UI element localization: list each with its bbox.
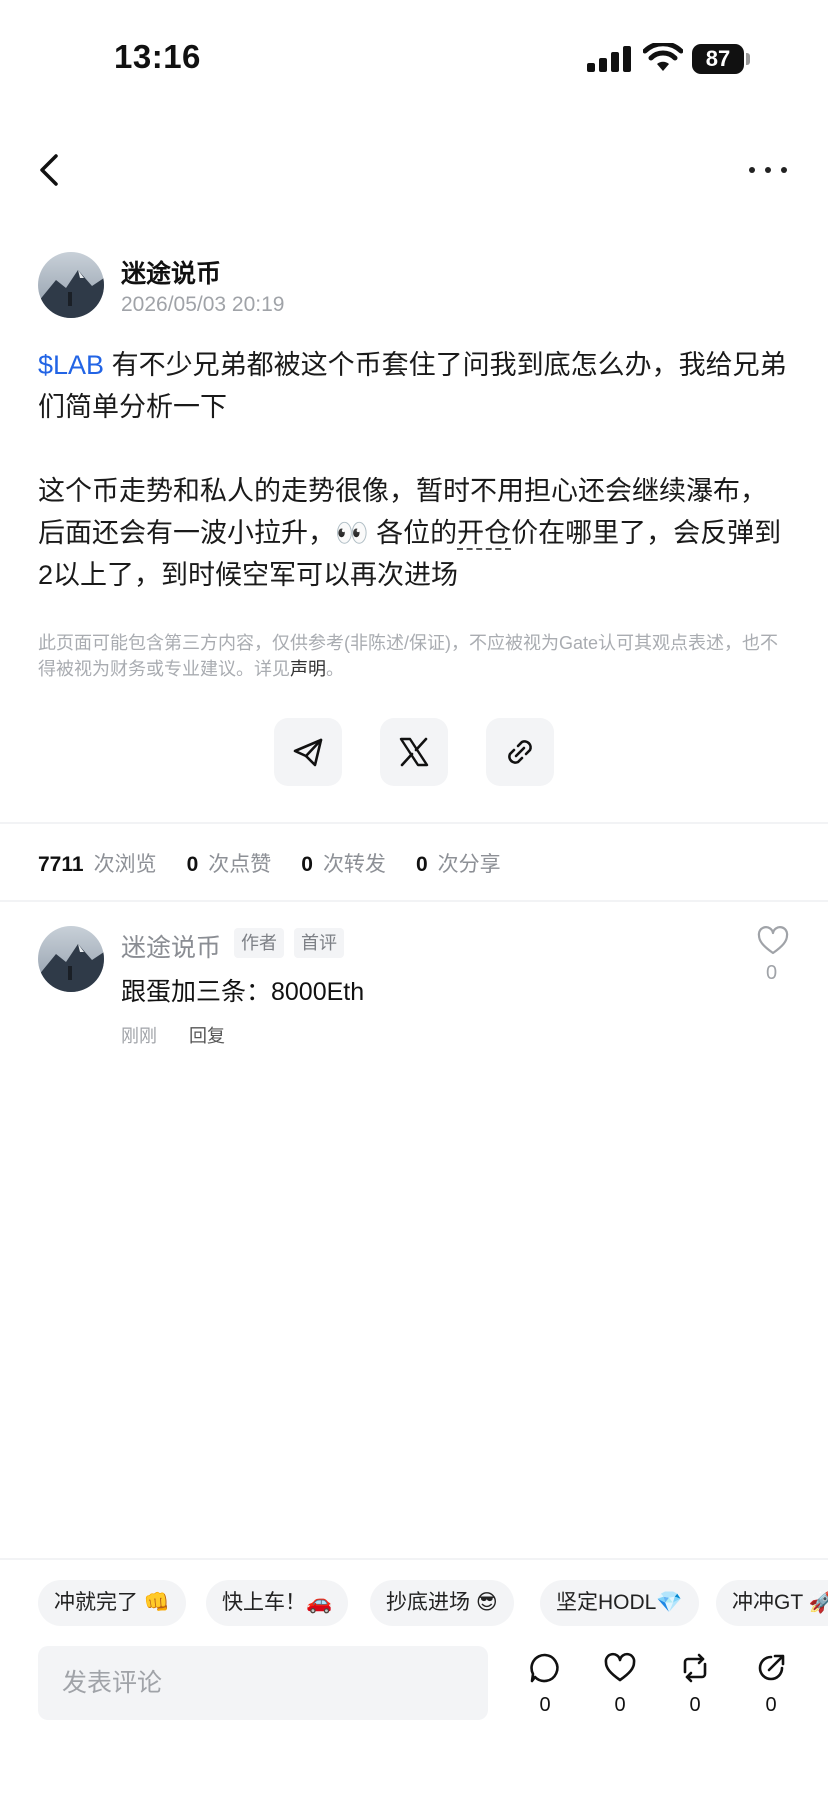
back-arrow-icon[interactable] <box>30 148 70 192</box>
quick-reaction-chip[interactable]: 冲就完了 👊 <box>38 1580 186 1626</box>
divider <box>0 822 828 824</box>
comment-bubble-icon <box>530 1653 559 1683</box>
divider <box>0 900 828 902</box>
comment-count: 0 <box>539 1694 551 1716</box>
x-icon <box>399 737 429 767</box>
wifi-icon <box>643 43 683 71</box>
share-button[interactable]: 0 <box>746 1652 796 1724</box>
author-tag: 作者 <box>234 928 284 958</box>
comment-button[interactable]: 0 <box>520 1652 570 1724</box>
commenter-name[interactable]: 迷途说币 <box>121 928 221 964</box>
quick-reaction-chip[interactable]: 冲冲GT 🚀 <box>716 1580 828 1626</box>
comment-input[interactable]: 发表评论 <box>38 1646 488 1720</box>
reposts-count: 0 <box>301 853 313 876</box>
post-paragraph-1: $LAB 有不少兄弟都被这个币套住了问我到底怎么办，我给兄弟们简单分析一下 <box>38 350 787 422</box>
battery-icon: 87 <box>692 44 750 74</box>
telegram-icon <box>293 738 323 767</box>
post-stats: 7711 次浏览 0 次点赞 0 次转发 0 次分享 <box>38 853 501 876</box>
share-x-button[interactable] <box>380 718 448 786</box>
commenter-avatar[interactable] <box>38 926 104 992</box>
copy-link-button[interactable] <box>486 718 554 786</box>
ticker-link[interactable]: $LAB <box>38 350 104 380</box>
like-button[interactable]: 0 <box>595 1652 645 1724</box>
author-avatar[interactable] <box>38 252 104 318</box>
quick-reaction-chip[interactable]: 抄底进场 😎 <box>370 1580 514 1626</box>
repost-count: 0 <box>689 1694 701 1716</box>
author-name[interactable]: 迷途说币 <box>121 254 221 290</box>
quick-reaction-chip[interactable]: 快上车！🚗 <box>206 1580 349 1626</box>
share-count: 0 <box>765 1694 777 1716</box>
comment-like-count: 0 <box>766 962 778 984</box>
post-timestamp: 2026/05/03 20:19 <box>121 293 285 316</box>
like-count: 0 <box>614 1694 626 1716</box>
repost-icon <box>683 1653 707 1683</box>
repost-button[interactable]: 0 <box>670 1652 720 1724</box>
more-options-icon[interactable] <box>746 155 790 185</box>
share-telegram-button[interactable] <box>274 718 342 786</box>
shares-count: 0 <box>415 853 428 876</box>
cellular-signal-icon <box>587 46 631 72</box>
post-paragraph-2: 这个币走势和私人的走势很像，暂时不用担心还会继续瀑布，后面还会有一波小拉升，👀 … <box>38 476 782 590</box>
views-count: 7711 <box>38 853 84 876</box>
comment-time: 刚刚 <box>121 1026 157 1046</box>
status-time: 13:16 <box>114 38 201 75</box>
heart-icon[interactable] <box>757 926 789 956</box>
first-comment-tag: 首评 <box>294 928 344 958</box>
status-bar: 13:16 87 <box>0 0 828 110</box>
heart-icon <box>604 1652 636 1682</box>
reply-button[interactable]: 回复 <box>189 1022 225 1048</box>
term-link[interactable]: 开仓 <box>457 518 512 550</box>
disclaimer: 此页面可能包含第三方内容，仅供参考(非陈述/保证)，不应被视为Gate认可其观点… <box>38 633 779 679</box>
disclaimer-link[interactable]: 声明 <box>290 659 326 679</box>
share-icon <box>758 1654 785 1681</box>
quick-reactions: 冲就完了 👊 快上车！🚗 抄底进场 😎 坚定HODL💎 冲冲GT 🚀 <box>0 1580 828 1630</box>
battery-level: 87 <box>692 44 744 74</box>
divider <box>0 1558 828 1560</box>
post-content: $LAB 有不少兄弟都被这个币套住了问我到底怎么办，我给兄弟们简单分析一下 这个… <box>38 344 790 638</box>
likes-count: 0 <box>186 853 199 876</box>
comment-text: 跟蛋加三条：8000Eth <box>121 978 365 1006</box>
quick-reaction-chip[interactable]: 坚定HODL💎 <box>540 1580 699 1626</box>
link-icon <box>508 740 532 764</box>
